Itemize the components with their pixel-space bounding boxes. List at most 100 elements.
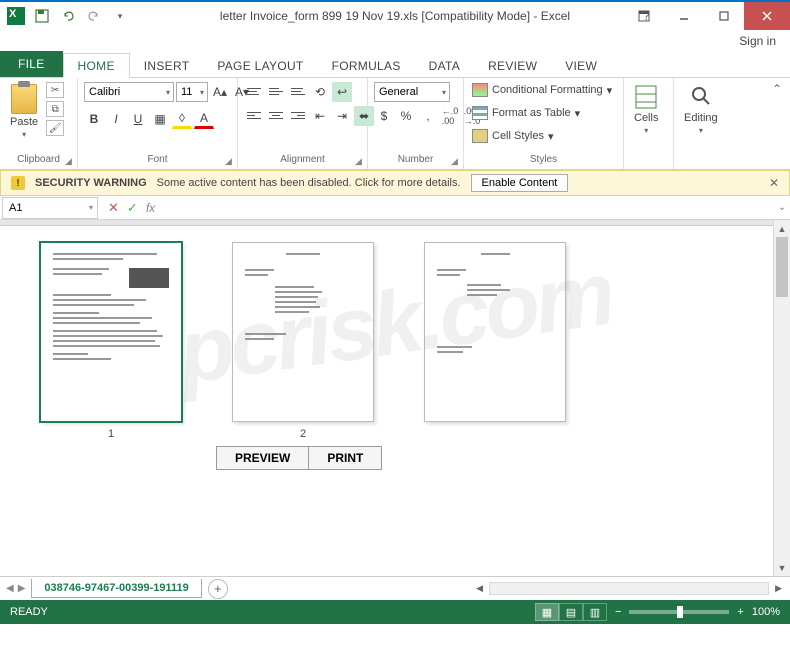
- align-center-icon[interactable]: [266, 106, 286, 124]
- name-box[interactable]: A1: [2, 197, 98, 219]
- fx-label[interactable]: fx: [146, 201, 155, 215]
- sheet-nav-next-icon[interactable]: ▶: [18, 583, 26, 594]
- number-launcher-icon[interactable]: ◢: [451, 156, 461, 166]
- paste-button[interactable]: Paste ▾: [6, 82, 42, 141]
- maximize-button[interactable]: [704, 2, 744, 30]
- clipboard-launcher-icon[interactable]: ◢: [65, 156, 75, 166]
- percent-format-icon[interactable]: %: [396, 106, 416, 126]
- group-alignment: ⟲ ↩ ⇤ ⇥ ⬌ Alignment ◢: [238, 78, 368, 169]
- conditional-formatting-button[interactable]: Conditional Formatting ▾: [470, 82, 614, 98]
- font-color-icon[interactable]: A: [194, 109, 214, 129]
- tab-formulas[interactable]: FORMULAS: [318, 54, 415, 77]
- page-label-2: 2: [300, 428, 306, 440]
- group-styles: Conditional Formatting ▾ Format as Table…: [464, 78, 624, 169]
- font-size-combo[interactable]: 11: [176, 82, 208, 102]
- horizontal-scrollbar[interactable]: ◀ ▶: [228, 582, 790, 595]
- zoom-level[interactable]: 100%: [752, 606, 780, 618]
- align-bottom-icon[interactable]: [288, 82, 308, 100]
- sheet-tab[interactable]: 038746-97467-00399-191119: [31, 579, 201, 598]
- font-launcher-icon[interactable]: ◢: [225, 156, 235, 166]
- sheet-nav: ◀ ▶: [0, 583, 31, 594]
- page-thumbnail-2[interactable]: 2: [232, 242, 374, 440]
- undo-icon[interactable]: [56, 4, 80, 28]
- redo-icon[interactable]: [82, 4, 106, 28]
- font-name-combo[interactable]: Calibri: [84, 82, 174, 102]
- page-break-view-icon[interactable]: ▥: [583, 603, 607, 621]
- enter-formula-icon[interactable]: ✓: [127, 200, 138, 216]
- increase-decimal-icon[interactable]: ←.0.00: [440, 106, 460, 126]
- align-middle-icon[interactable]: [266, 82, 286, 100]
- italic-button[interactable]: I: [106, 109, 126, 129]
- decrease-indent-icon[interactable]: ⇤: [310, 106, 330, 126]
- print-button[interactable]: PRINT: [309, 446, 382, 470]
- scroll-up-icon[interactable]: ▲: [774, 220, 790, 237]
- ribbon-display-options-icon[interactable]: [624, 2, 664, 30]
- cells-button[interactable]: Cells▾: [630, 82, 662, 137]
- page-layout-view-icon[interactable]: ▤: [559, 603, 583, 621]
- alignment-launcher-icon[interactable]: ◢: [355, 156, 365, 166]
- number-format-combo[interactable]: General: [374, 82, 450, 102]
- minimize-button[interactable]: [664, 2, 704, 30]
- group-font: Calibri 11 A▴ A▾ B I U ▦ ◊ A Font ◢: [78, 78, 238, 169]
- underline-button[interactable]: U: [128, 109, 148, 129]
- zoom-slider[interactable]: [629, 610, 729, 614]
- ribbon: Paste ▾ ✂ ⧉ 🖌 Clipboard ◢ Calibri 11 A▴ …: [0, 78, 790, 170]
- copy-icon[interactable]: ⧉: [46, 101, 64, 117]
- tab-data[interactable]: DATA: [415, 54, 474, 77]
- action-buttons: PREVIEW PRINT: [216, 446, 382, 470]
- fill-color-icon[interactable]: ◊: [172, 109, 192, 129]
- vertical-scrollbar[interactable]: ▲ ▼: [773, 220, 790, 576]
- zoom-out-icon[interactable]: −: [615, 606, 621, 618]
- align-top-icon[interactable]: [244, 82, 264, 100]
- save-icon[interactable]: [30, 4, 54, 28]
- quick-access-toolbar: ▾: [4, 4, 132, 28]
- new-sheet-button[interactable]: +: [208, 579, 228, 599]
- align-right-icon[interactable]: [288, 106, 308, 124]
- zoom-in-icon[interactable]: +: [737, 606, 743, 618]
- sheet-nav-prev-icon[interactable]: ◀: [6, 583, 14, 594]
- status-ready: READY: [10, 606, 48, 618]
- formula-bar: A1 ✕ ✓ fx ⌄: [0, 196, 790, 220]
- formula-input[interactable]: [163, 198, 774, 218]
- close-button[interactable]: [744, 2, 790, 30]
- page-thumbnail-3[interactable]: [424, 242, 566, 440]
- increase-indent-icon[interactable]: ⇥: [332, 106, 352, 126]
- cancel-formula-icon[interactable]: ✕: [108, 200, 119, 216]
- normal-view-icon[interactable]: ▦: [535, 603, 559, 621]
- tab-page-layout[interactable]: PAGE LAYOUT: [203, 54, 317, 77]
- preview-button[interactable]: PREVIEW: [216, 446, 309, 470]
- scroll-down-icon[interactable]: ▼: [774, 559, 790, 576]
- comma-format-icon[interactable]: ,: [418, 106, 438, 126]
- hscroll-left-icon[interactable]: ◀: [472, 583, 487, 594]
- title-bar: ▾ letter Invoice_form 899 19 Nov 19.xls …: [0, 0, 790, 30]
- cell-styles-button[interactable]: Cell Styles ▾: [470, 128, 556, 144]
- expand-formula-icon[interactable]: ⌄: [774, 202, 790, 213]
- format-painter-icon[interactable]: 🖌: [46, 120, 64, 136]
- excel-app-icon[interactable]: [4, 4, 28, 28]
- qat-customize-icon[interactable]: ▾: [108, 4, 132, 28]
- orientation-icon[interactable]: ⟲: [310, 82, 330, 102]
- align-left-icon[interactable]: [244, 106, 264, 124]
- editing-button[interactable]: Editing▾: [680, 82, 722, 137]
- border-icon[interactable]: ▦: [150, 109, 170, 129]
- collapse-ribbon-icon[interactable]: ⌃: [764, 78, 790, 169]
- tab-home[interactable]: HOME: [63, 53, 130, 78]
- wrap-text-icon[interactable]: ↩: [332, 82, 352, 102]
- cut-icon[interactable]: ✂: [46, 82, 64, 98]
- tab-review[interactable]: REVIEW: [474, 54, 551, 77]
- hscroll-right-icon[interactable]: ▶: [771, 583, 786, 594]
- tab-insert[interactable]: INSERT: [130, 54, 204, 77]
- tab-view[interactable]: VIEW: [551, 54, 611, 77]
- accounting-format-icon[interactable]: $: [374, 106, 394, 126]
- increase-font-icon[interactable]: A▴: [210, 82, 230, 102]
- scroll-thumb[interactable]: [776, 237, 788, 297]
- group-number: General $ % , ←.0.00 .00→.0 Number ◢: [368, 78, 464, 169]
- format-as-table-button[interactable]: Format as Table ▾: [470, 105, 582, 121]
- sign-in-link[interactable]: Sign in: [739, 34, 776, 48]
- close-warning-icon[interactable]: ✕: [769, 176, 779, 190]
- tab-file[interactable]: FILE: [0, 51, 63, 77]
- page-thumbnail-1[interactable]: 1: [40, 242, 182, 440]
- bold-button[interactable]: B: [84, 109, 104, 129]
- enable-content-button[interactable]: Enable Content: [471, 174, 569, 192]
- security-warning-bar: ! SECURITY WARNING Some active content h…: [0, 170, 790, 196]
